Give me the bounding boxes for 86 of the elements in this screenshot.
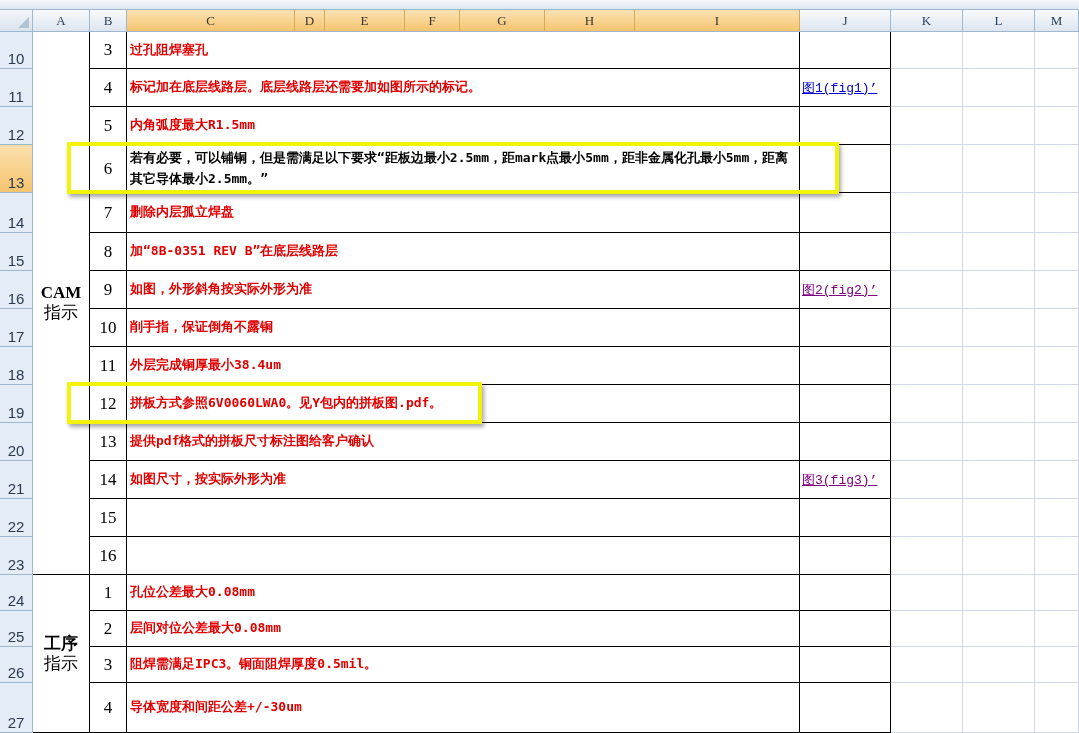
table-cell[interactable] xyxy=(127,537,800,575)
table-cell[interactable] xyxy=(800,347,891,385)
row-header[interactable]: 14 xyxy=(0,193,33,233)
item-number: 4 xyxy=(103,697,113,718)
figure-link[interactable]: 图1(fig1)’ xyxy=(802,78,878,97)
instruction-text: 如图尺寸，按实际外形为准 xyxy=(130,470,286,489)
item-number: 7 xyxy=(103,202,113,223)
item-number: 2 xyxy=(103,618,113,639)
column-header[interactable]: F xyxy=(405,10,460,32)
instruction-text: 内角弧度最大R1.5mm xyxy=(130,116,255,135)
item-number: 5 xyxy=(103,115,113,136)
row-header[interactable]: 19 xyxy=(0,385,33,423)
table-cell[interactable] xyxy=(800,575,891,611)
row-header[interactable]: 16 xyxy=(0,271,33,309)
table-cell[interactable] xyxy=(800,385,891,423)
table-cell[interactable] xyxy=(127,499,800,537)
table-cell[interactable] xyxy=(800,193,891,233)
table-cell[interactable] xyxy=(800,537,891,575)
item-number: 9 xyxy=(103,279,113,300)
column-header[interactable]: B xyxy=(90,10,127,32)
instruction-text: 拼板方式参照6V0060LWA0。见Y包内的拼板图.pdf。 xyxy=(130,394,443,413)
row-header[interactable]: 13 xyxy=(0,145,33,193)
item-number: 10 xyxy=(99,317,117,338)
item-number: 4 xyxy=(103,77,113,98)
column-header[interactable]: I xyxy=(635,10,800,32)
table-cell[interactable] xyxy=(800,611,891,647)
column-header[interactable]: M xyxy=(1035,10,1079,32)
row-header[interactable]: 26 xyxy=(0,647,33,683)
table-cell[interactable] xyxy=(800,423,891,461)
table-cell[interactable] xyxy=(800,32,891,69)
row-header[interactable]: 24 xyxy=(0,575,33,611)
row-header[interactable]: 25 xyxy=(0,611,33,647)
row-header[interactable]: 18 xyxy=(0,347,33,385)
column-header[interactable]: L xyxy=(963,10,1035,32)
section-label: 工序 指示 xyxy=(44,633,78,674)
item-number: 11 xyxy=(99,355,117,376)
item-number: 6 xyxy=(103,158,113,179)
column-header[interactable]: E xyxy=(325,10,405,32)
row-header[interactable]: 11 xyxy=(0,69,33,107)
item-number: 3 xyxy=(103,654,113,675)
item-number: 14 xyxy=(99,469,117,490)
row-header[interactable]: 21 xyxy=(0,461,33,499)
instruction-text: 孔位公差最大0.08mm xyxy=(130,583,255,602)
row-header[interactable]: 10 xyxy=(0,32,33,69)
item-number: 1 xyxy=(103,582,113,603)
instruction-text: 提供pdf格式的拼板尺寸标注图给客户确认 xyxy=(130,432,375,451)
section-label: CAM 指示 xyxy=(40,283,82,323)
table-cell[interactable] xyxy=(800,499,891,537)
instruction-text: 外层完成铜厚最小38.4um xyxy=(130,356,281,375)
row-header[interactable]: 23 xyxy=(0,537,33,575)
row-header[interactable]: 12 xyxy=(0,107,33,145)
instruction-text: 加“8B-0351 REV B”在底层线路层 xyxy=(130,242,339,261)
instruction-text: 层间对位公差最大0.08mm xyxy=(130,619,281,638)
item-number: 12 xyxy=(99,393,117,414)
figure-link[interactable]: 图2(fig2)’ xyxy=(802,280,878,299)
item-number: 15 xyxy=(99,507,117,528)
row-header[interactable]: 20 xyxy=(0,423,33,461)
row-header[interactable]: 27 xyxy=(0,683,33,733)
item-number: 8 xyxy=(103,241,113,262)
instruction-text: 导体宽度和间距公差+/-30um xyxy=(130,698,302,717)
column-header[interactable]: H xyxy=(545,10,635,32)
instruction-text: 阻焊需满足IPC3。铜面阻焊厚度0.5mil。 xyxy=(130,655,378,674)
instruction-text: 若有必要，可以铺铜，但是需满足以下要求“距板边最小2.5mm，距mark点最小5mm，距非金属化孔最小5mm，距离其它导体最小2.5mm。” xyxy=(130,149,790,188)
instruction-text: 削手指，保证倒角不露铜 xyxy=(130,318,273,337)
column-header[interactable]: A xyxy=(33,10,90,32)
instruction-text: 标记加在底层线路层。底层线路层还需要加如图所示的标记。 xyxy=(130,78,481,97)
table-cell[interactable] xyxy=(800,683,891,733)
figure-link[interactable]: 图3(fig3)’ xyxy=(802,470,878,489)
column-header[interactable]: J xyxy=(800,10,891,32)
column-header[interactable]: C xyxy=(127,10,295,32)
column-header[interactable]: G xyxy=(460,10,545,32)
table-cell[interactable] xyxy=(800,647,891,683)
item-number: 16 xyxy=(99,545,117,566)
instruction-text: 过孔阻焊塞孔 xyxy=(130,40,208,59)
column-header[interactable]: D xyxy=(295,10,325,32)
table-cell[interactable] xyxy=(800,233,891,271)
select-all-icon[interactable] xyxy=(0,10,33,32)
instruction-text: 删除内层孤立焊盘 xyxy=(130,203,234,222)
item-number: 13 xyxy=(99,431,117,452)
item-number: 3 xyxy=(103,40,113,60)
row-header[interactable]: 15 xyxy=(0,233,33,271)
row-header[interactable]: 22 xyxy=(0,499,33,537)
instruction-text: 如图，外形斜角按实际外形为准 xyxy=(130,280,312,299)
table-cell[interactable] xyxy=(800,309,891,347)
column-header[interactable]: K xyxy=(891,10,963,32)
row-header[interactable]: 17 xyxy=(0,309,33,347)
